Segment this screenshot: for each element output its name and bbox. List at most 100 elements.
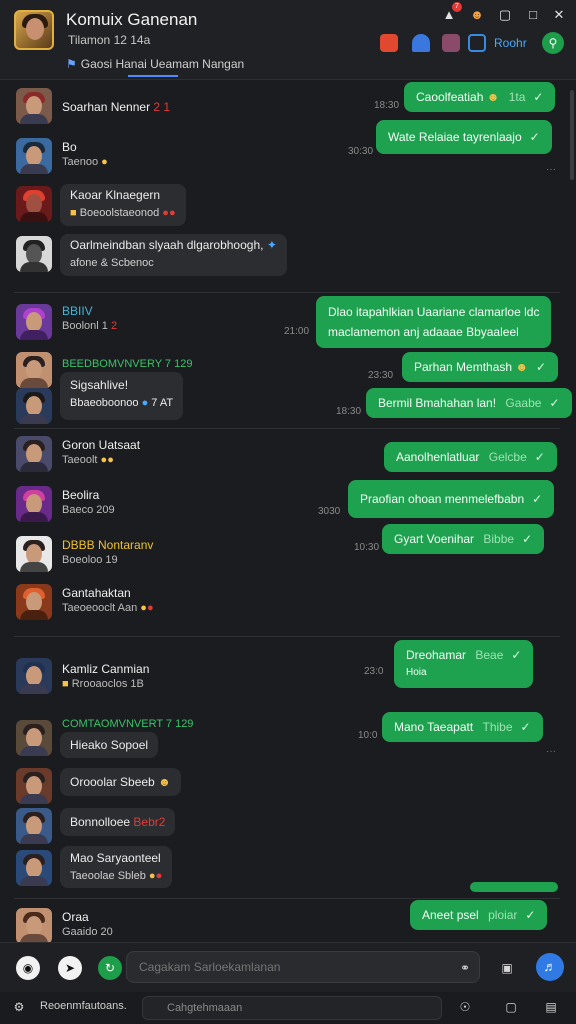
- avatar[interactable]: [16, 186, 52, 222]
- incoming-message[interactable]: Sigsahlive! Bbaeoboonoo ● 7 AT: [60, 372, 184, 420]
- settings-icon[interactable]: ⚙: [10, 998, 28, 1016]
- active-tab-indicator: [128, 75, 178, 77]
- avatar[interactable]: [16, 436, 52, 472]
- flag-icon[interactable]: [380, 34, 398, 52]
- outgoing-message[interactable]: Mano Taeapatt Thibe ✓: [382, 712, 543, 742]
- typing-indicator: [470, 882, 558, 892]
- section-divider: [14, 636, 560, 637]
- incoming-message[interactable]: Mao Saryaonteel Taeoolae Sbleb ●●: [60, 846, 173, 888]
- timestamp: 18:30: [374, 100, 400, 111]
- message-preview: afone & Scbenoc: [70, 257, 154, 269]
- chat-title: Komuix Ganenan: [66, 10, 198, 29]
- sender-name: Oraa: [62, 910, 89, 924]
- message-preview: ■ Boeoolstaeonod ●●: [70, 207, 176, 219]
- avatar[interactable]: [16, 536, 52, 572]
- members-bar[interactable]: ⚑ Gaosi Hanai Ueamam Nangan: [66, 57, 244, 71]
- timestamp: 10:30: [354, 542, 380, 553]
- timestamp: 3030: [318, 506, 341, 517]
- group-avatar[interactable]: [14, 10, 54, 50]
- incoming-message[interactable]: Kaoar Klnaegern ■ Boeoolstaeonod ●●: [60, 184, 186, 226]
- avatar[interactable]: [16, 138, 52, 174]
- avatar[interactable]: [16, 768, 52, 804]
- close-window-icon[interactable]: ✕: [550, 6, 568, 24]
- sender-name: COMTAOMVNVERT 7 129: [62, 718, 194, 730]
- avatar[interactable]: [16, 850, 52, 886]
- message-input[interactable]: [126, 951, 480, 983]
- media-icon[interactable]: [442, 34, 460, 52]
- minimize-window-icon[interactable]: □: [524, 6, 542, 24]
- send-file-icon[interactable]: ➤: [58, 956, 82, 980]
- outgoing-message[interactable]: Aanolhenlatluar Gelcbe ✓: [384, 442, 557, 472]
- timestamp: 10:0: [358, 730, 378, 741]
- incoming-message[interactable]: Orooolar Sbeeb ☻: [60, 768, 181, 796]
- refresh-icon[interactable]: ↻: [98, 956, 122, 980]
- avatar[interactable]: [16, 658, 52, 694]
- timestamp: 30:30: [348, 146, 374, 157]
- notification-badge: 7: [452, 2, 462, 12]
- avatar[interactable]: [16, 236, 52, 272]
- attachment-icon[interactable]: ⚭: [456, 959, 474, 977]
- window-icon[interactable]: ▢: [502, 998, 520, 1016]
- outgoing-message[interactable]: Aneet psel ploiar ✓: [410, 900, 548, 930]
- avatar[interactable]: [16, 388, 52, 424]
- avatar[interactable]: [16, 908, 52, 944]
- camera-icon[interactable]: ◉: [16, 956, 40, 980]
- message-preview: ■ Rrooaoclos 1B: [62, 678, 144, 690]
- scrollbar[interactable]: [570, 90, 574, 180]
- timestamp: 18:30: [336, 406, 362, 417]
- search-field[interactable]: Cahgtehmaaan: [142, 996, 442, 1020]
- message-preview: Baeco 209: [62, 504, 115, 516]
- screen-share-icon[interactable]: [468, 34, 486, 52]
- outgoing-message[interactable]: Gyart Voenihar Bibbe ✓: [382, 524, 545, 554]
- sender-name: BEEDBOMVNVERY 7 129: [62, 358, 193, 370]
- incoming-message[interactable]: Oarlmeindban slyaah dlgarobhoogh, ✦ afon…: [60, 234, 287, 276]
- document-icon[interactable]: ▤: [542, 998, 560, 1016]
- outgoing-message[interactable]: Wate Relaiae tayrenlaajo ✓: [376, 120, 552, 154]
- people-icon[interactable]: [412, 34, 430, 52]
- message-text: Oarlmeindban slyaah dlgarobhoogh, ✦: [70, 238, 277, 252]
- section-divider: [14, 898, 560, 899]
- sender-name: Kamliz Canmian: [62, 662, 150, 676]
- outgoing-message[interactable]: Caoolfeatiah ☻ 1ta ✓: [404, 82, 556, 112]
- section-divider: [14, 292, 560, 293]
- toolbar-label[interactable]: Roohr: [494, 36, 527, 50]
- message-preview: Taeoolt ●●: [62, 454, 114, 466]
- outgoing-message[interactable]: Bermil Bmahahan lan! Gaabe ✓: [366, 388, 572, 418]
- voice-message-button[interactable]: ♬: [536, 953, 564, 981]
- search-icon[interactable]: ⚲: [542, 32, 564, 54]
- avatar[interactable]: [16, 486, 52, 522]
- search-placeholder: Cahgtehmaaan: [167, 1002, 243, 1014]
- sender-name: Goron Uatsaat: [62, 438, 141, 452]
- chat-header: Komuix Ganenan Tilamon 12 14a ⚑ Gaosi Han…: [0, 0, 576, 80]
- outgoing-message[interactable]: Praofian ohoan menmelefbabn ✓: [348, 480, 555, 518]
- sender-name: Gantahaktan: [62, 586, 131, 600]
- sender-name: Bo: [62, 140, 77, 154]
- message-preview: Boeoloo 19: [62, 554, 118, 566]
- incoming-message[interactable]: Hieako Sopoel: [60, 732, 159, 758]
- status-bar: ⚙ Reoenmfautoans. Cahgtehmaaan ☉ ▢ ▤: [0, 992, 576, 1024]
- avatar[interactable]: [16, 808, 52, 844]
- avatar[interactable]: [16, 304, 52, 340]
- message-preview: Taenoo ●: [62, 156, 108, 168]
- emoji-icon[interactable]: ☻: [468, 6, 486, 24]
- restore-window-icon[interactable]: ▢: [496, 6, 514, 24]
- message-preview: Taeoeooclt Aan ●●: [62, 602, 154, 614]
- incoming-message[interactable]: Bonnolloee Bebr2: [60, 808, 176, 836]
- gallery-icon[interactable]: ▣: [498, 959, 516, 977]
- outgoing-message[interactable]: Parhan Memthash ☻ ✓: [402, 352, 559, 382]
- more-options-icon[interactable]: ···: [546, 746, 556, 757]
- timestamp: 21:00: [284, 326, 310, 337]
- message-preview: Boolonl 1 2: [62, 320, 118, 332]
- status-text: Reoenmfautoans.: [40, 1000, 127, 1012]
- compass-icon[interactable]: ☉: [456, 998, 474, 1016]
- message-preview: Bbaeoboonoo ● 7 AT: [70, 397, 174, 409]
- avatar[interactable]: [16, 352, 52, 388]
- avatar[interactable]: [16, 584, 52, 620]
- avatar[interactable]: [16, 720, 52, 756]
- outgoing-message[interactable]: Dlao itapahlkian Uaariane clamarloe ldc m…: [316, 296, 552, 348]
- avatar[interactable]: [16, 88, 52, 124]
- more-options-icon[interactable]: ···: [546, 164, 556, 175]
- timestamp: 23:30: [368, 370, 394, 381]
- sender-name: Soarhan Nenner 2 1: [62, 100, 171, 114]
- outgoing-message[interactable]: Dreohamar Beae ✓ Hoia: [394, 640, 534, 688]
